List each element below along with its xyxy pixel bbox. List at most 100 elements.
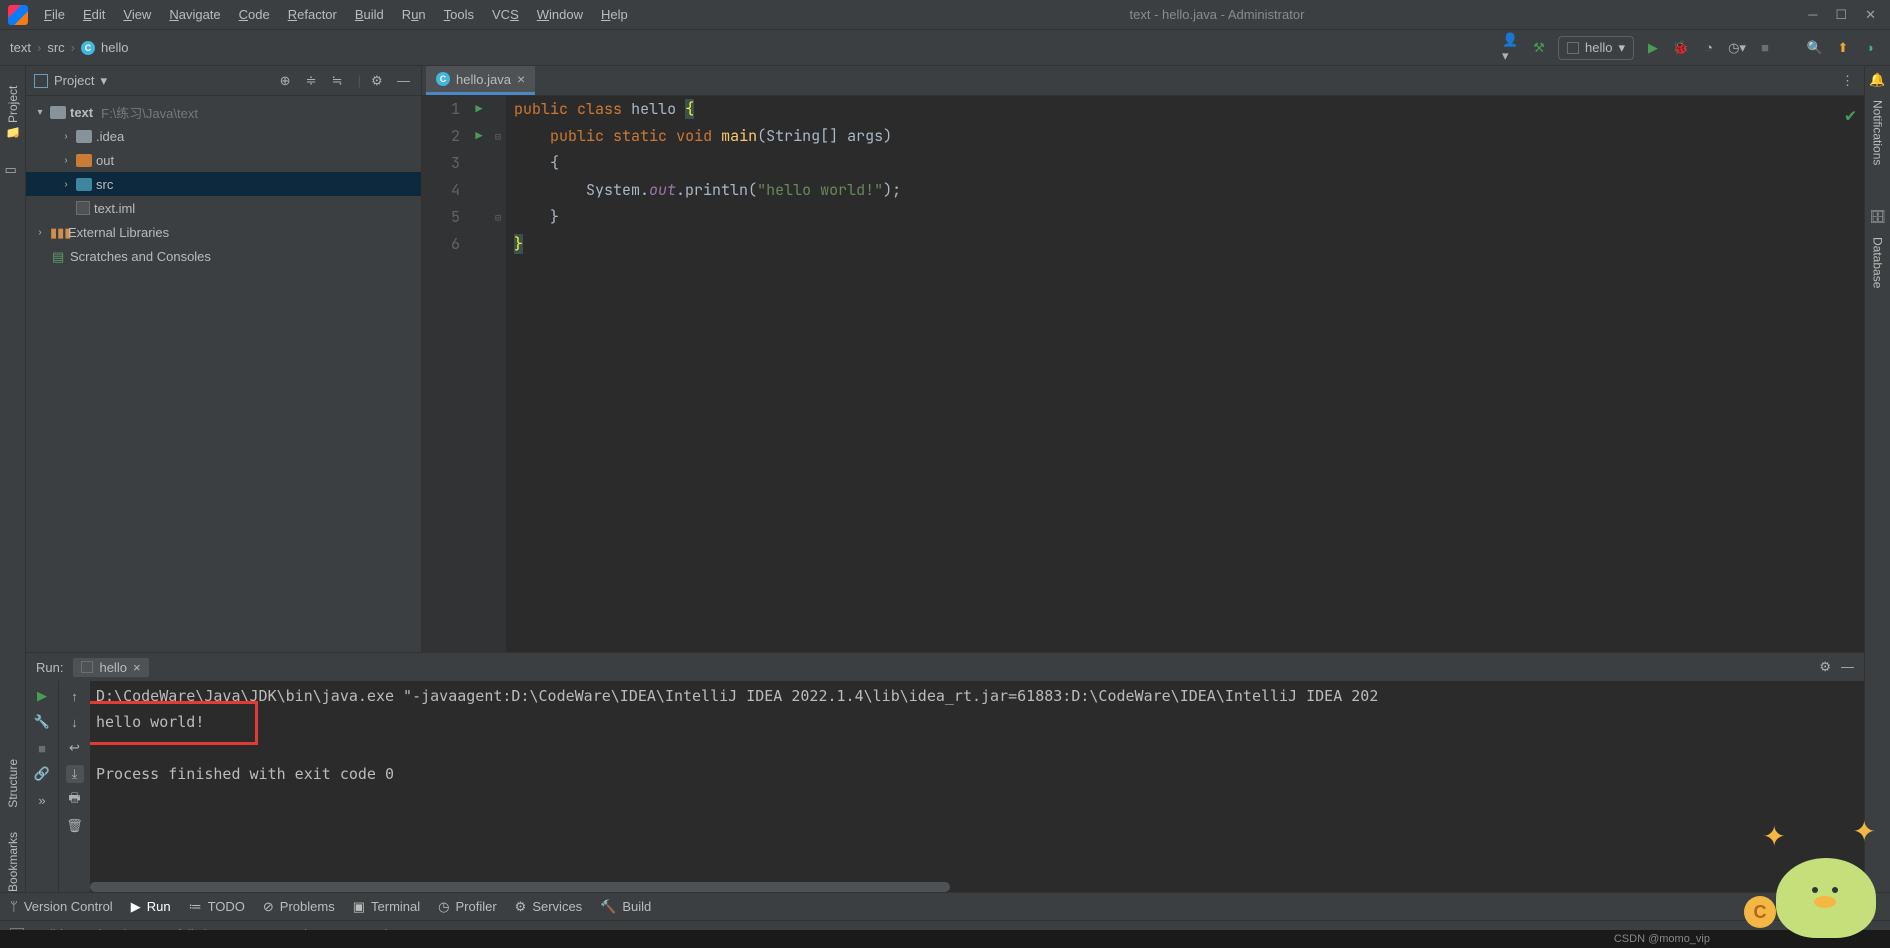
tree-src[interactable]: › src — [26, 172, 421, 196]
chevron-right-icon[interactable]: › — [34, 227, 46, 238]
intellij-logo-icon — [8, 5, 28, 25]
tool-terminal[interactable]: ▣Terminal — [353, 899, 420, 915]
notifications-tool-button[interactable]: Notifications — [1871, 100, 1885, 165]
menu-run[interactable]: Run — [394, 3, 434, 26]
run-config-label: hello — [1585, 40, 1612, 55]
collapse-all-icon[interactable]: ≒ — [332, 73, 348, 89]
tool-todo[interactable]: ≔TODO — [189, 899, 245, 915]
tabs-more-icon[interactable]: ⋮ — [1831, 66, 1864, 95]
soft-wrap-icon[interactable]: ↩ — [66, 739, 84, 757]
minimize-icon[interactable]: ─ — [1808, 7, 1817, 23]
menu-navigate[interactable]: Navigate — [161, 3, 228, 26]
config-box-icon — [1567, 42, 1579, 54]
more-icon[interactable]: » — [33, 791, 51, 809]
menu-file[interactable]: File — [36, 3, 73, 26]
stop-icon[interactable]: ■ — [1756, 39, 1774, 57]
menu-tools[interactable]: Tools — [436, 3, 482, 26]
tree-out[interactable]: › out — [26, 148, 421, 172]
tree-iml[interactable]: text.iml — [26, 196, 421, 220]
close-tab-icon[interactable]: × — [517, 71, 525, 87]
coverage-icon[interactable]: ◔ — [1700, 39, 1718, 57]
tool-services[interactable]: ⚙Services — [515, 899, 583, 915]
run-gutter-icon[interactable]: ▶ — [475, 123, 482, 150]
problems-icon: ⊘ — [263, 899, 274, 915]
inspection-ok-icon[interactable]: ✔ — [1845, 102, 1856, 129]
structure-tool-button[interactable]: Structure — [6, 759, 20, 808]
up-arrow-icon[interactable]: ↑ — [66, 687, 84, 705]
tree-root[interactable]: ▾ text F:\练习\Java\text — [26, 100, 421, 124]
run-icon[interactable]: ▶ — [1644, 39, 1662, 57]
fold-close-icon[interactable]: ⊟ — [490, 204, 506, 231]
run-left-tools: ▶ 🔧 ■ 🔗 » — [26, 681, 58, 892]
run-gutter: ▶ ▶ — [468, 96, 490, 652]
search-icon[interactable]: 🔍 — [1806, 39, 1824, 57]
tool-run[interactable]: ▶Run — [131, 899, 171, 915]
update-icon[interactable]: ⬆ — [1834, 39, 1852, 57]
menu-view[interactable]: View — [115, 3, 159, 26]
user-icon[interactable]: 👤▾ — [1502, 39, 1520, 57]
run-output[interactable]: D:\CodeWare\Java\JDK\bin\java.exe "-java… — [90, 681, 1864, 892]
gear-icon[interactable]: ⚙ — [371, 73, 387, 89]
rerun-icon[interactable]: ▶ — [33, 687, 51, 705]
tab-hello-java[interactable]: C hello.java × — [426, 66, 535, 95]
database-icon[interactable]: 🗄 — [1869, 209, 1886, 225]
commit-tool-icon[interactable]: ▭ — [5, 162, 21, 178]
code-lines[interactable]: public class hello { public static void … — [506, 96, 1864, 652]
close-run-tab-icon[interactable]: × — [133, 660, 141, 675]
close-icon[interactable]: ✕ — [1865, 7, 1876, 23]
menu-refactor[interactable]: Refactor — [280, 3, 345, 26]
fold-open-icon[interactable]: ⊟ — [490, 123, 506, 150]
tool-version-control[interactable]: ᛘVersion Control — [10, 899, 113, 914]
chevron-right-icon[interactable]: › — [60, 155, 72, 166]
scroll-to-end-icon[interactable]: ⤓ — [66, 765, 84, 783]
clear-icon[interactable]: 🗑 — [66, 817, 84, 835]
breadcrumb-text[interactable]: text — [10, 40, 31, 55]
attach-icon[interactable]: 🔗 — [33, 765, 51, 783]
debug-icon[interactable]: 🐞 — [1672, 39, 1690, 57]
chevron-right-icon[interactable]: › — [60, 179, 72, 190]
tool-build[interactable]: 🔨Build — [600, 899, 651, 915]
menu-vcs[interactable]: VCS — [484, 3, 527, 26]
wrench-icon[interactable]: 🔧 — [33, 713, 51, 731]
hammer-icon[interactable]: ⚒ — [1530, 39, 1548, 57]
bookmarks-tool-button[interactable]: Bookmarks — [6, 832, 20, 892]
breadcrumb-hello[interactable]: hello — [101, 40, 128, 55]
chevron-right-icon[interactable]: › — [60, 131, 72, 142]
down-arrow-icon[interactable]: ↓ — [66, 713, 84, 731]
chevron-down-icon[interactable]: ▾ — [34, 107, 46, 118]
maximize-icon[interactable]: ☐ — [1835, 7, 1847, 23]
menu-edit[interactable]: Edit — [75, 3, 113, 26]
project-view-icon — [34, 74, 48, 88]
menu-build[interactable]: Build — [347, 3, 392, 26]
tree-scratches[interactable]: ▤ Scratches and Consoles — [26, 244, 421, 268]
tree-idea[interactable]: › .idea — [26, 124, 421, 148]
run-gutter-icon[interactable]: ▶ — [475, 96, 482, 123]
project-tool-button[interactable]: 📁 Project — [6, 86, 20, 138]
horizontal-scrollbar[interactable] — [90, 882, 950, 892]
code-area[interactable]: 123 456 ▶ ▶ ⊟⊟ public class hello { publ… — [422, 96, 1864, 652]
print-icon[interactable]: 🖶 — [66, 791, 84, 809]
gear-icon[interactable]: ⚙ — [1819, 659, 1831, 675]
window-title: text - hello.java - Administrator — [636, 7, 1798, 22]
ide-settings-icon[interactable]: ◗ — [1862, 39, 1880, 57]
profile-icon[interactable]: ◷▾ — [1728, 39, 1746, 57]
hide-panel-icon[interactable]: — — [397, 73, 413, 89]
menu-code[interactable]: Code — [231, 3, 278, 26]
bell-icon[interactable]: 🔔 — [1869, 72, 1885, 88]
chevron-down-icon[interactable]: ▾ — [100, 73, 107, 89]
menu-help[interactable]: Help — [593, 3, 636, 26]
output-cmd-line: D:\CodeWare\Java\JDK\bin\java.exe "-java… — [96, 683, 1858, 709]
run-config-select[interactable]: hello ▾ — [1558, 36, 1634, 60]
hide-panel-icon[interactable]: — — [1841, 659, 1854, 675]
tree-ext-libs[interactable]: › ▮▮▮ External Libraries — [26, 220, 421, 244]
expand-all-icon[interactable]: ≑ — [306, 73, 322, 89]
tool-problems[interactable]: ⊘Problems — [263, 899, 335, 915]
tool-profiler[interactable]: ◷Profiler — [438, 899, 497, 915]
database-tool-button[interactable]: Database — [1871, 237, 1885, 288]
stop-icon[interactable]: ■ — [33, 739, 51, 757]
run-config-tab[interactable]: hello × — [73, 658, 148, 677]
menu-window[interactable]: Window — [529, 3, 591, 26]
run-icon: ▶ — [131, 899, 141, 915]
breadcrumb-src[interactable]: src — [47, 40, 64, 55]
select-opened-icon[interactable]: ⊕ — [280, 73, 296, 89]
